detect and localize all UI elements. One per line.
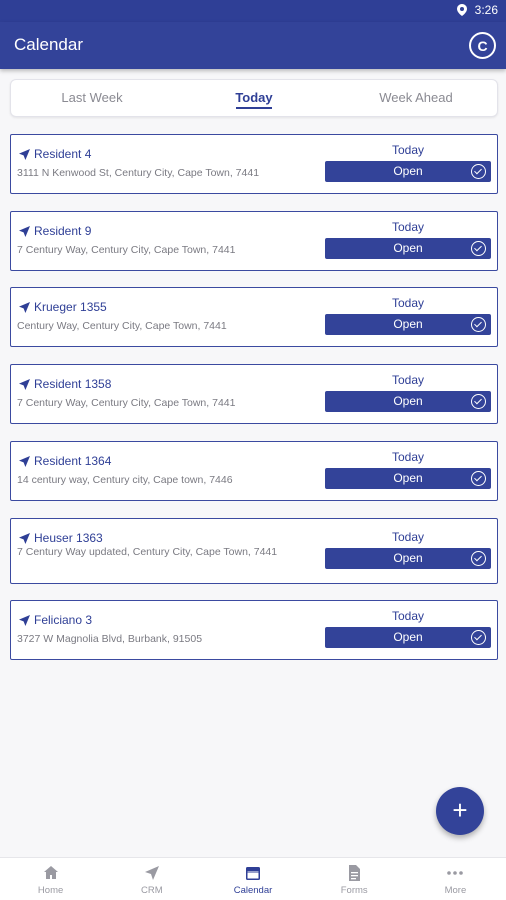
nav-label: Home	[37, 885, 64, 896]
appointment-name: Resident 1358	[34, 377, 112, 391]
check-circle-icon	[471, 164, 486, 179]
status-bar: 3:26	[0, 0, 506, 22]
open-button-label: Open	[393, 471, 423, 485]
nav-item-forms[interactable]: Forms	[304, 858, 405, 900]
tab-label: Today	[235, 90, 273, 105]
nav-item-more[interactable]: More	[405, 858, 506, 900]
navigation-arrow-icon	[144, 866, 159, 880]
page-title: Calendar	[14, 35, 83, 54]
appointment-card[interactable]: Krueger 1355 Century Way, Century City, …	[10, 287, 498, 347]
appointment-day: Today	[391, 220, 425, 234]
appointment-day: Today	[391, 530, 425, 544]
tab-label: Last Week	[61, 90, 123, 105]
status-time: 3:26	[474, 3, 498, 17]
open-button[interactable]: Open	[325, 314, 491, 335]
document-icon	[349, 865, 361, 881]
more-dots-icon	[447, 871, 464, 875]
nav-label: More	[444, 885, 467, 896]
nav-item-crm[interactable]: CRM	[101, 858, 202, 900]
open-button[interactable]: Open	[325, 391, 491, 412]
calendar-icon	[246, 867, 260, 880]
appointment-card[interactable]: Heuser 1363 7 Century Way updated, Centu…	[10, 518, 498, 584]
tab-last-week[interactable]: Last Week	[11, 80, 173, 116]
tab-week-ahead[interactable]: Week Ahead	[335, 80, 497, 116]
open-button-label: Open	[393, 164, 423, 178]
active-tab-indicator	[236, 107, 272, 109]
open-button[interactable]: Open	[325, 627, 491, 648]
open-button-label: Open	[393, 317, 423, 331]
open-button-label: Open	[393, 241, 423, 255]
appointment-day: Today	[391, 609, 425, 623]
nav-label: CRM	[140, 885, 163, 896]
appointment-name: Krueger 1355	[34, 300, 107, 314]
open-button[interactable]: Open	[325, 548, 491, 569]
open-button[interactable]: Open	[325, 238, 491, 259]
open-button-label: Open	[393, 551, 423, 565]
navigation-arrow-icon	[19, 532, 30, 544]
navigation-arrow-icon	[19, 225, 30, 237]
tab-today[interactable]: Today	[173, 80, 335, 116]
appointment-name: Feliciano 3	[34, 613, 93, 627]
appointment-card[interactable]: Resident 1364 14 century way, Century ci…	[10, 441, 498, 501]
appointment-name: Resident 9	[34, 224, 92, 238]
open-button-label: Open	[393, 394, 423, 408]
check-circle-icon	[471, 471, 486, 486]
appointment-card[interactable]: Resident 1358 7 Century Way, Century Cit…	[10, 364, 498, 424]
appointment-name: Resident 4	[34, 147, 92, 161]
check-circle-icon	[471, 394, 486, 409]
tab-label: Week Ahead	[379, 90, 453, 105]
appointment-name: Resident 1364	[34, 454, 112, 468]
appointment-address: 3111 N Kenwood St, Century City, Cape To…	[17, 167, 260, 179]
check-circle-icon	[471, 551, 486, 566]
navigation-arrow-icon	[19, 301, 30, 313]
appointment-card[interactable]: Feliciano 3 3727 W Magnolia Blvd, Burban…	[10, 600, 498, 660]
check-circle-icon	[471, 241, 486, 256]
navigation-arrow-icon	[19, 378, 30, 390]
add-button[interactable]: +	[436, 787, 484, 835]
appointment-card[interactable]: Resident 9 7 Century Way, Century City, …	[10, 211, 498, 271]
check-circle-icon	[471, 317, 486, 332]
check-circle-icon	[471, 630, 486, 645]
appointment-address: 14 century way, Century city, Cape town,…	[17, 474, 233, 486]
appointment-name: Heuser 1363	[34, 531, 103, 545]
appointment-address: Century Way, Century City, Cape Town, 74…	[17, 320, 227, 332]
nav-label: Calendar	[233, 885, 273, 896]
appointment-address: 7 Century Way updated, Century City, Cap…	[17, 546, 278, 558]
appointment-card[interactable]: Resident 4 3111 N Kenwood St, Century Ci…	[10, 134, 498, 194]
appointment-address: 7 Century Way, Century City, Cape Town, …	[17, 397, 236, 409]
navigation-arrow-icon	[19, 614, 30, 626]
nav-item-home[interactable]: Home	[0, 858, 101, 900]
appointment-address: 7 Century Way, Century City, Cape Town, …	[17, 244, 236, 256]
appointment-address: 3727 W Magnolia Blvd, Burbank, 91505	[17, 633, 203, 645]
nav-label: Forms	[340, 885, 368, 896]
open-button[interactable]: Open	[325, 161, 491, 182]
bottom-navigation: Home CRM Calendar Forms More	[0, 857, 506, 900]
appointment-day: Today	[391, 450, 425, 464]
app-bar: Calendar C	[0, 22, 506, 69]
account-circle-button[interactable]: C	[469, 32, 496, 59]
appointment-day: Today	[391, 143, 425, 157]
appointment-day: Today	[391, 373, 425, 387]
navigation-arrow-icon	[19, 148, 30, 160]
nav-item-calendar[interactable]: Calendar	[202, 858, 303, 900]
open-button-label: Open	[393, 630, 423, 644]
location-pin-icon	[456, 4, 467, 16]
home-icon	[43, 866, 58, 879]
open-button[interactable]: Open	[325, 468, 491, 489]
navigation-arrow-icon	[19, 455, 30, 467]
appointment-day: Today	[391, 296, 425, 310]
date-range-tabs: Last Week Today Week Ahead	[10, 79, 498, 117]
